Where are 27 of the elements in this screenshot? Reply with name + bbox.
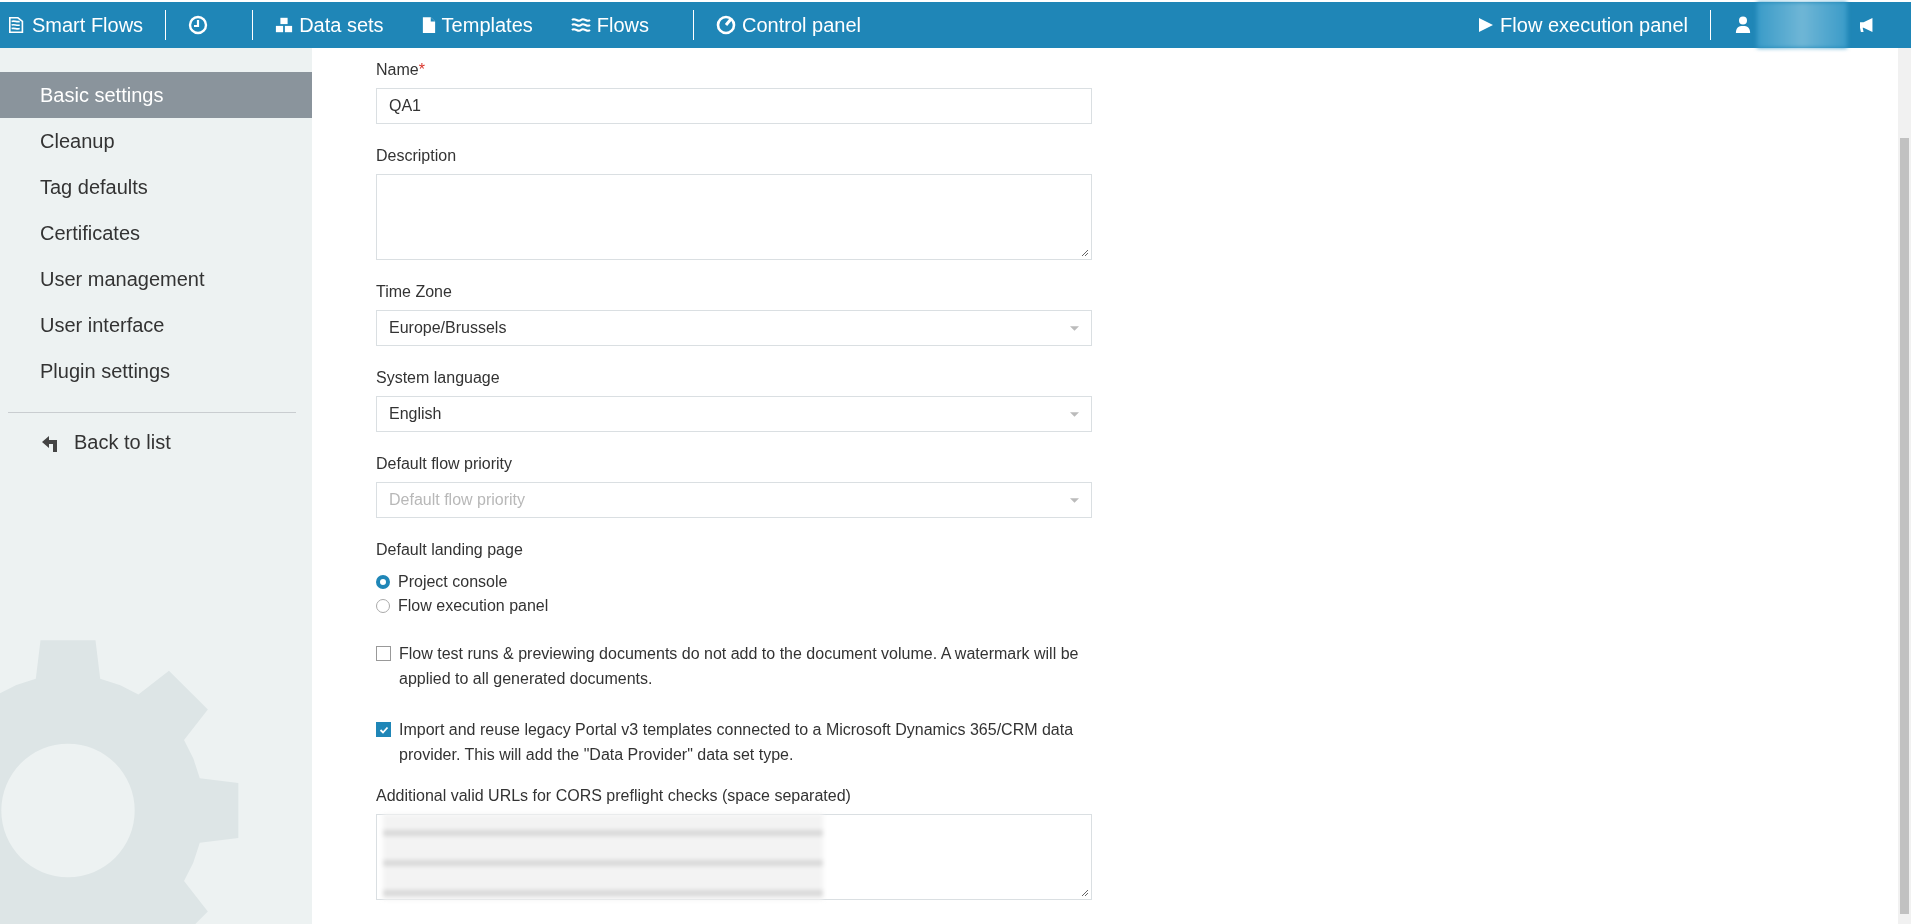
field-label: System language bbox=[376, 369, 501, 387]
sidebar-item[interactable]: User management bbox=[0, 256, 312, 302]
sidebar-item[interactable]: Cleanup bbox=[0, 118, 312, 164]
nav-link[interactable]: Templates bbox=[421, 13, 555, 37]
nav-link[interactable]: Data sets bbox=[275, 13, 406, 37]
field-label: Default landing page bbox=[376, 541, 524, 559]
back-link[interactable]: Back to list bbox=[0, 431, 312, 454]
field-label: Name* bbox=[376, 61, 426, 79]
select-field[interactable]: English bbox=[376, 396, 1092, 432]
field-label: Description bbox=[376, 147, 458, 165]
field-label: Default flow priority bbox=[376, 455, 514, 473]
sidebar-item[interactable]: User interface bbox=[0, 302, 312, 348]
sidebar-item[interactable]: Plugin settings bbox=[0, 348, 312, 394]
select-field[interactable]: Europe/Brussels bbox=[376, 310, 1092, 346]
sidebar-item[interactable]: Certificates bbox=[0, 210, 312, 256]
nav-link[interactable]: Flows bbox=[570, 13, 671, 37]
field-label: Time Zone bbox=[376, 283, 453, 301]
option-label: Project console bbox=[398, 573, 508, 591]
checkbox-label: Import and reuse legacy Portal v3 templates connected to a Microsoft Dynamics 365/CRM data provider. This will add the "Data Provider" data set type. bbox=[399, 720, 1075, 765]
name-field[interactable]: QA1 bbox=[376, 88, 1092, 124]
radio-option[interactable]: Project console bbox=[376, 573, 508, 591]
nav-link[interactable]: Flow execution panel bbox=[1478, 13, 1710, 37]
checkbox-label: Flow test runs & previewing documents do not add to the document volume. A watermark will be applied to all generated documents. bbox=[399, 644, 1080, 689]
field-label: Additional valid URLs for CORS preflight checks (space separated) bbox=[376, 787, 852, 805]
app-title[interactable]: Smart Flows bbox=[8, 13, 166, 37]
nav-link[interactable]: Control panel bbox=[716, 13, 883, 37]
sidebar-item[interactable]: Tag defaults bbox=[0, 164, 312, 210]
